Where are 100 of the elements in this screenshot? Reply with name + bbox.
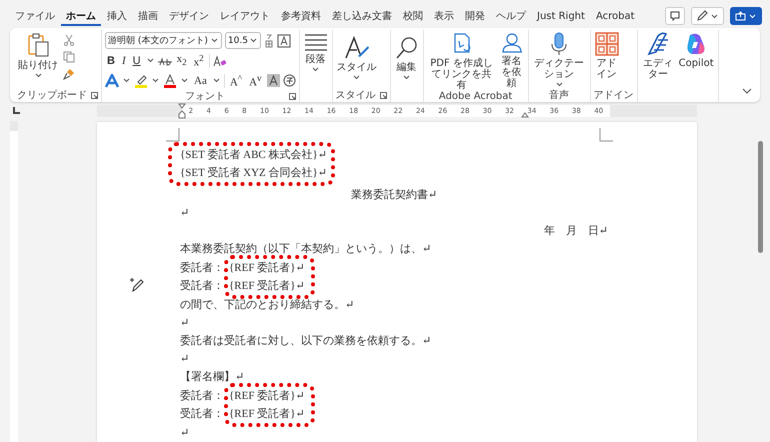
document-title: 業務委託契約書↵: [350, 188, 438, 203]
editing-button[interactable]: 編集: [394, 32, 420, 80]
addins-button[interactable]: アドイン: [594, 32, 620, 80]
enclosed-char-icon[interactable]: [282, 74, 296, 87]
copilot-button[interactable]: Copilot: [678, 32, 715, 69]
styles-icon[interactable]: [344, 36, 370, 60]
field-code: {REF 受託者}↵: [229, 278, 305, 294]
menu-tab[interactable]: 参考資料: [276, 6, 326, 26]
highlighter-icon[interactable]: [134, 74, 148, 88]
indent-marker-icon[interactable]: [178, 103, 186, 119]
bold-button[interactable]: B: [105, 54, 117, 66]
search-icon[interactable]: [394, 36, 419, 60]
subscript-button[interactable]: x$_{2}$: [174, 53, 189, 68]
caret-icon[interactable]: [146, 58, 154, 63]
tab-stop-icon[interactable]: [12, 107, 20, 115]
caret-icon[interactable]: [353, 75, 360, 80]
copy-icon[interactable]: [63, 51, 75, 63]
field-code: {REF 委託者}↵: [229, 260, 305, 276]
text-effects-icon[interactable]: [105, 74, 119, 88]
clear-format-icon[interactable]: [212, 54, 227, 66]
menu-tab[interactable]: 描画: [133, 6, 163, 26]
request-signature-button[interactable]: 署名を依頼: [498, 32, 525, 89]
comment-icon[interactable]: [670, 11, 680, 21]
superscript-button[interactable]: x$^{2}$: [192, 52, 206, 68]
styles-button[interactable]: スタイル: [336, 32, 378, 80]
font-color-icon[interactable]: [163, 74, 177, 88]
group-label: 音声: [549, 88, 570, 102]
group-label: スタイル: [336, 89, 376, 102]
share-button[interactable]: [730, 7, 762, 25]
menu-tab[interactable]: 表示: [429, 6, 459, 26]
caret-icon[interactable]: [212, 78, 220, 83]
create-pdf-share-button[interactable]: PDF を作成してリンクを共有: [426, 32, 497, 91]
crop-mark-icon[interactable]: [166, 128, 180, 142]
field-code: {REF 委託者}↵: [229, 388, 305, 404]
change-case-button[interactable]: Aa: [192, 74, 209, 86]
field-code: {SET 受託者 XYZ 合同会社}↵: [180, 166, 328, 181]
document-text: ↵: [180, 206, 190, 221]
caret-icon[interactable]: [210, 38, 218, 43]
person-signature-icon[interactable]: [500, 32, 524, 54]
paragraph-button[interactable]: 段落: [302, 32, 329, 72]
scrollbar-thumb[interactable]: [758, 141, 763, 253]
strikethrough-icon[interactable]: [158, 56, 172, 66]
caret-icon[interactable]: [250, 38, 257, 43]
menu-tab[interactable]: 校閲: [398, 6, 428, 26]
align-lines-icon[interactable]: [304, 32, 328, 52]
collapse-ribbon-icon[interactable]: [742, 88, 752, 94]
menu-tab[interactable]: レイアウト: [215, 6, 275, 26]
font-name-dropdown[interactable]: 游明朝 (本文のフォント): [105, 32, 222, 49]
caret-icon[interactable]: [152, 78, 159, 83]
ruby-icon[interactable]: [264, 34, 274, 48]
caret-icon[interactable]: [556, 82, 563, 87]
group-label: Adobe Acrobat: [438, 91, 512, 102]
document-text: 本業務委託契約（以下「本契約」という。）は、↵: [180, 242, 432, 257]
caret-icon[interactable]: [312, 67, 320, 72]
caret-icon[interactable]: [34, 73, 42, 78]
launcher-icon[interactable]: [91, 92, 98, 98]
boxed-letter-icon[interactable]: [276, 34, 291, 48]
crop-mark-icon[interactable]: [599, 128, 613, 142]
brush-icon[interactable]: [63, 68, 75, 80]
underline-button[interactable]: U: [130, 54, 143, 66]
field-code: {REF 受託者}↵: [229, 406, 305, 422]
launcher-icon[interactable]: [288, 92, 296, 100]
right-indent-marker-icon[interactable]: [521, 112, 529, 118]
comments-button[interactable]: [665, 7, 685, 25]
caret-icon[interactable]: [403, 75, 410, 80]
group-label: アドイン: [594, 89, 634, 102]
editing-mode-button[interactable]: [691, 7, 724, 25]
menu-tab[interactable]: デザイン: [164, 6, 214, 26]
share-icon[interactable]: [735, 11, 746, 21]
menu-tab[interactable]: 挿入: [102, 6, 132, 26]
sparkle-pen-icon[interactable]: [129, 277, 145, 293]
menu-tab[interactable]: 差し込み文書: [327, 6, 397, 26]
italic-button[interactable]: I: [120, 54, 128, 66]
menu-tab[interactable]: Acrobat: [590, 6, 640, 26]
document-text: 受託者：: [180, 406, 224, 422]
caret-icon[interactable]: [711, 14, 718, 18]
dictate-button[interactable]: ディクテーション: [532, 32, 587, 87]
shrink-font-button[interactable]: A$^{v}$: [247, 72, 264, 88]
font-size-dropdown[interactable]: 10.5: [224, 32, 261, 49]
document-text: 委託者：: [180, 388, 224, 404]
grow-font-button[interactable]: A$^{^}$: [228, 72, 244, 88]
menu-tab[interactable]: ヘルプ: [491, 6, 531, 26]
menu-tab[interactable]: ファイル: [10, 6, 60, 26]
document-text: ↵: [180, 352, 190, 367]
menu-tab[interactable]: ホーム: [61, 6, 101, 26]
pencil-icon[interactable]: [696, 10, 708, 22]
pen-lines-icon[interactable]: [646, 32, 670, 56]
caret-icon[interactable]: [123, 78, 130, 83]
clipboard-icon[interactable]: [26, 32, 50, 58]
paste-button[interactable]: 貼り付け: [17, 32, 59, 78]
menu-tab[interactable]: 開発: [460, 6, 490, 26]
menu-tab[interactable]: Just Right: [532, 6, 590, 26]
launcher-icon[interactable]: [380, 92, 387, 98]
char-shading-icon[interactable]: [266, 74, 280, 87]
caret-icon[interactable]: [181, 78, 188, 83]
document-text: ↵: [180, 316, 190, 331]
group-label: フォント: [185, 90, 225, 103]
editor-button[interactable]: エディター: [640, 32, 676, 80]
cut-icon[interactable]: [63, 34, 75, 46]
grid-icon[interactable]: [594, 32, 619, 56]
